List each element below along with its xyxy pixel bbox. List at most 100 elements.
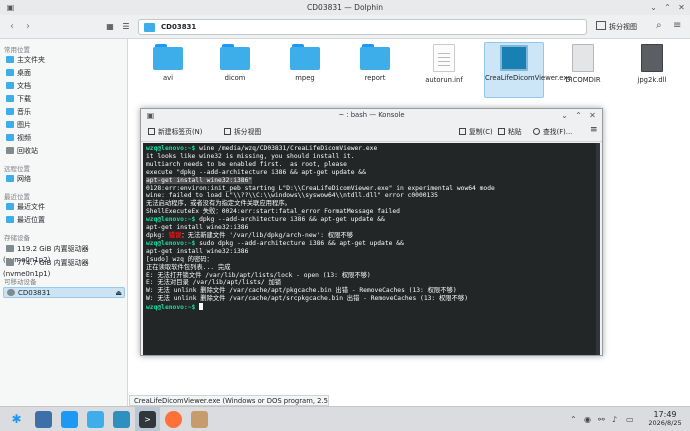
folder-icon	[153, 44, 183, 70]
split-view-button[interactable]: 拆分视图	[224, 127, 261, 137]
split-view-button[interactable]: 拆分视图	[596, 20, 637, 34]
sidebar-item-network[interactable]: 网络	[3, 174, 125, 185]
sidebar-item-cd03831[interactable]: CD03831 ⏏	[3, 287, 125, 298]
file-item-mpeg[interactable]: mpeg	[275, 44, 335, 82]
terminal-cursor	[199, 303, 204, 311]
terminal-output[interactable]: wzq@lenovo:~$ wine /media/wzq/CD03831/Cr…	[143, 143, 598, 355]
terminal-line: W: 无法 unlink 删除文件 /var/cache/apt/srcpkgc…	[146, 295, 595, 303]
file-item-autorun[interactable]: autorun.inf	[414, 44, 474, 84]
close-icon[interactable]: ✕	[676, 2, 687, 13]
file-item-crealife-exe[interactable]: CreaLifeDicomViewer.exe	[484, 42, 571, 98]
terminal-line: apt-get install wine32:i386"	[146, 176, 595, 185]
forward-button[interactable]: ›	[21, 20, 35, 34]
places-sidebar: 常用位置 主文件夹 桌面 文档 下载 音乐 图片 视频 回收站 远程位置 网络 …	[0, 39, 128, 406]
tray-expand-icon[interactable]: ⌃	[570, 415, 577, 424]
paste-icon	[498, 128, 505, 135]
discover-icon[interactable]	[61, 411, 78, 428]
sidebar-item-recent-locations[interactable]: 最近位置	[3, 215, 125, 226]
sidebar-item-videos[interactable]: 视频	[3, 133, 125, 144]
sidebar-item-trash[interactable]: 回收站	[3, 146, 125, 157]
binary-file-icon	[572, 44, 594, 72]
copy-button[interactable]: 复制(C)	[459, 127, 493, 137]
file-item-report[interactable]: report	[345, 44, 405, 82]
close-icon[interactable]: ✕	[587, 110, 598, 121]
terminal-line: wzq@lenovo:~$	[146, 303, 595, 312]
konsole-titlebar[interactable]: ▣ ~ : bash — Konsole ⌄ ⌃ ✕	[141, 109, 602, 122]
split-view-label: 拆分视图	[609, 23, 637, 31]
application-launcher-icon[interactable]: ✱	[8, 411, 25, 428]
storage-header: 存储设备	[4, 234, 30, 242]
sidebar-item-drive-p1[interactable]: 774.7 GiB 内置驱动器 (nvme0n1p1)	[3, 258, 125, 278]
clipboard-icon[interactable]: ▭	[626, 415, 634, 424]
home-icon	[6, 56, 14, 63]
maximize-icon[interactable]: ⌃	[573, 110, 584, 121]
paste-button[interactable]: 粘贴	[498, 127, 522, 137]
folder-icon	[290, 44, 320, 70]
minimize-icon[interactable]: ⌄	[648, 2, 659, 13]
archive-icon[interactable]	[191, 411, 208, 428]
pager-icon[interactable]	[35, 411, 52, 428]
text-file-icon	[433, 44, 455, 72]
find-button[interactable]: 查找(F)...	[533, 127, 572, 137]
terminal-text: 0128:err:environ:init_peb starting L"D:\…	[146, 184, 495, 192]
app-menu-icon[interactable]: ▣	[5, 2, 16, 13]
terminal-app-icon[interactable]: ▣	[145, 110, 156, 121]
konsole-taskbar-icon[interactable]: >	[139, 411, 156, 428]
dolphin-toolbar: ‹ › ▦ ☰ CD03831 拆分视图 ⌕ ≡	[0, 15, 690, 39]
new-tab-icon	[148, 128, 155, 135]
hamburger-menu-icon[interactable]: ≡	[590, 125, 598, 135]
sidebar-item-music[interactable]: 音乐	[3, 107, 125, 118]
terminal-line: wzq@lenovo:~$ dpkg --add-architecture i3…	[146, 216, 595, 224]
executable-icon	[500, 45, 528, 71]
file-item-dicomdir[interactable]: DICOMDIR	[553, 44, 613, 84]
sidebar-item-drive-p2[interactable]: 119.2 GiB 内置驱动器 (nvme0n1p2)	[3, 244, 125, 264]
terminal-text: ：无法新建文件 '/var/lib/dpkg/arch-new': 权限不够	[181, 231, 353, 239]
file-item-jpg2k-dll[interactable]: jpg2k.dll	[622, 44, 682, 84]
clock[interactable]: 17:49 2026/8/25	[642, 410, 688, 427]
terminal-text: multiarch needs to be enabled first. as …	[146, 160, 347, 168]
hamburger-menu-icon[interactable]: ≡	[673, 20, 681, 31]
drive-icon	[6, 259, 14, 266]
terminal-text: apt-get install wine32:i386	[146, 247, 249, 255]
terminal-text: 正在读取软件包列表... 完成	[146, 263, 231, 271]
drive-icon	[6, 245, 14, 252]
sidebar-item-documents[interactable]: 文档	[3, 81, 125, 92]
eject-icon[interactable]: ⏏	[115, 288, 122, 299]
terminal-line: ShellExecuteEx 失败：0024:err:start:fatal_e…	[146, 208, 595, 216]
back-button[interactable]: ‹	[5, 20, 19, 34]
dolphin-taskbar-icon[interactable]	[87, 411, 104, 428]
terminal-line: apt-get install wine32:i386	[146, 224, 595, 232]
files-taskbar-icon[interactable]	[113, 411, 130, 428]
split-view-icon	[596, 21, 606, 30]
input-method-icon[interactable]: ◉	[584, 415, 591, 424]
volume-icon[interactable]: ♪	[612, 415, 617, 424]
terminal-text: W: 无法 unlink 删除文件 /var/cache/apt/srcpkgc…	[146, 295, 468, 303]
pictures-icon	[6, 121, 14, 128]
view-list-icon[interactable]: ☰	[119, 20, 133, 34]
sidebar-item-pictures[interactable]: 图片	[3, 120, 125, 131]
view-icons-icon[interactable]: ▦	[103, 20, 117, 34]
dolphin-titlebar[interactable]: ▣ CD03831 — Dolphin ⌄ ⌃ ✕	[0, 0, 690, 15]
terminal-text: sudo dpkg --add-architecture i386 && apt…	[195, 239, 404, 247]
terminal-line: 正在读取软件包列表... 完成	[146, 264, 595, 272]
terminal-scrollbar[interactable]	[596, 143, 600, 355]
maximize-icon[interactable]: ⌃	[662, 2, 673, 13]
network-icon[interactable]: ⚯	[598, 415, 605, 424]
sidebar-item-downloads[interactable]: 下载	[3, 94, 125, 105]
places-header: 常用位置	[4, 46, 30, 54]
location-bar[interactable]: CD03831	[138, 19, 587, 35]
firefox-icon[interactable]	[165, 411, 182, 428]
breadcrumb[interactable]: CD03831	[161, 23, 196, 31]
sidebar-item-desktop[interactable]: 桌面	[3, 68, 125, 79]
file-item-avi[interactable]: avi	[138, 44, 198, 82]
file-item-dicom[interactable]: dicom	[205, 44, 265, 82]
videos-icon	[6, 134, 14, 141]
sidebar-item-home[interactable]: 主文件夹	[3, 55, 125, 66]
terminal-text: wine /media/wzq/CD03831/CreaLifeDicomVie…	[195, 145, 378, 152]
new-tab-button[interactable]: 新建标签页(N)	[148, 127, 202, 137]
search-icon[interactable]: ⌕	[656, 20, 662, 31]
sidebar-item-recent-files[interactable]: 最近文件	[3, 202, 125, 213]
network-icon	[6, 175, 14, 182]
minimize-icon[interactable]: ⌄	[559, 110, 570, 121]
terminal-text: execute "dpkg --add-architecture i386 &&…	[146, 168, 366, 176]
